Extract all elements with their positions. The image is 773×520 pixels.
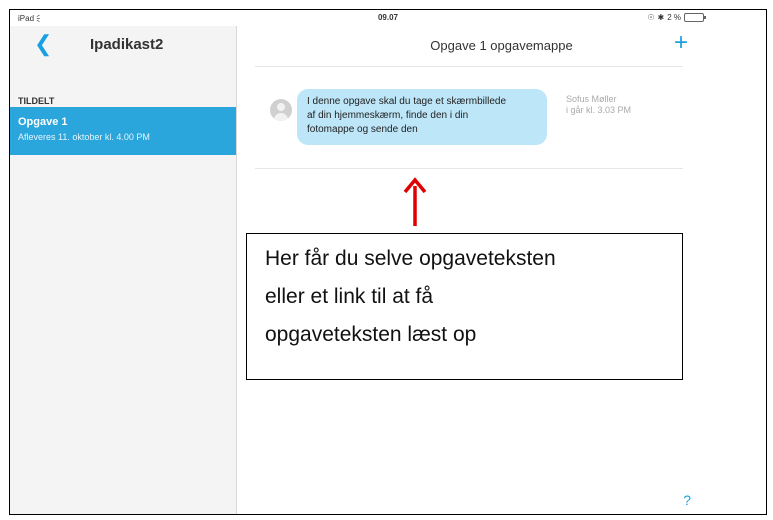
assignment-title: Opgave 1 bbox=[18, 116, 68, 128]
annotation-line: eller et link til at få bbox=[265, 285, 434, 308]
up-arrow-icon bbox=[403, 177, 427, 226]
section-label-assigned: TILDELT bbox=[18, 96, 55, 106]
battery-percent: 2 % bbox=[667, 13, 681, 22]
avatar bbox=[270, 99, 292, 121]
message-line: I denne opgave skal du tage et skærmbill… bbox=[307, 96, 507, 107]
annotation-line: Her får du selve opgaveteksten bbox=[265, 247, 556, 270]
header-divider bbox=[255, 66, 683, 67]
annotation-line: opgaveteksten læst op bbox=[265, 323, 477, 346]
chevron-left-icon[interactable]: ❮ bbox=[34, 33, 52, 55]
bluetooth-icon: ✱ bbox=[657, 13, 665, 22]
message-timestamp: i går kl. 3.03 PM bbox=[566, 105, 632, 115]
message-sender: Sofus Møller bbox=[566, 94, 617, 104]
annotation-box: Her får du selve opgaveteksten eller et … bbox=[246, 233, 683, 380]
question-mark-icon[interactable]: ? bbox=[683, 492, 691, 508]
plus-icon[interactable]: + bbox=[674, 29, 688, 57]
screenshot-frame: iPad 🗧 09.07 ☉ ✱ 2 % ❮ Ipadikast2 TILDEL… bbox=[9, 9, 767, 515]
status-bar: iPad 🗧 09.07 ☉ ✱ 2 % bbox=[10, 10, 766, 26]
battery-icon bbox=[684, 13, 706, 22]
message-bubble[interactable]: I denne opgave skal du tage et skærmbill… bbox=[297, 89, 547, 145]
main-panel: Opgave 1 opgavemappe + I denne opgave sk… bbox=[237, 26, 766, 514]
orientation-lock-icon: ☉ bbox=[647, 13, 655, 22]
assignment-due-date: Afleveres 11. oktober kl. 4.00 PM bbox=[18, 132, 150, 142]
battery-status: ☉ ✱ 2 % bbox=[647, 13, 706, 22]
sidebar: ❮ Ipadikast2 TILDELT Opgave 1 Afleveres … bbox=[10, 26, 237, 514]
class-title: Ipadikast2 bbox=[90, 36, 164, 53]
message-line: af din hjemmeskærm, finde den i din bbox=[307, 110, 469, 121]
assignment-item[interactable]: Opgave 1 Afleveres 11. oktober kl. 4.00 … bbox=[10, 107, 236, 155]
message-divider bbox=[255, 168, 683, 169]
message-line: fotomappe og sende den bbox=[307, 124, 418, 135]
sidebar-header: ❮ Ipadikast2 bbox=[10, 26, 236, 66]
